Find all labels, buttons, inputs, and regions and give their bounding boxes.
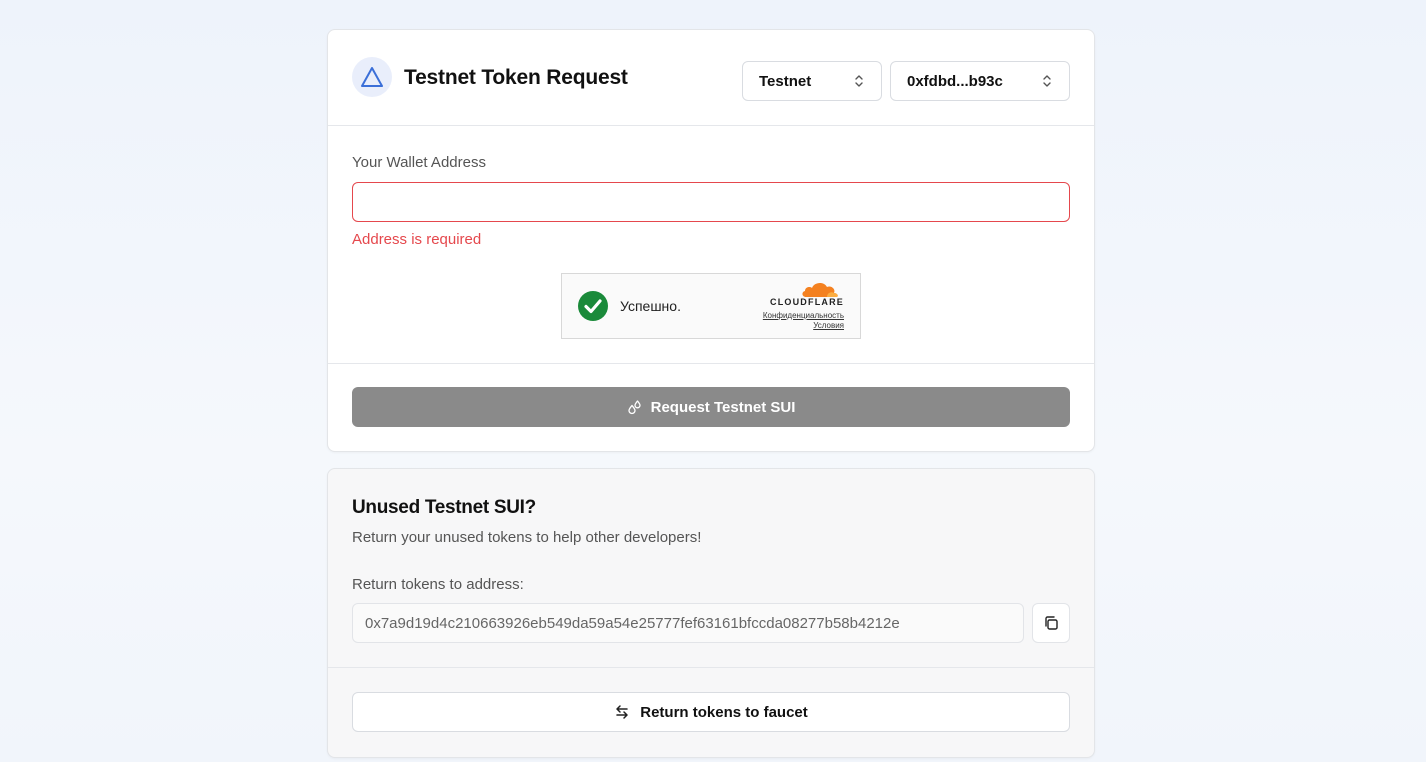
- request-testnet-sui-button[interactable]: Request Testnet SUI: [352, 387, 1070, 427]
- droplets-icon: [627, 400, 641, 415]
- captcha-widget[interactable]: Успешно. CLOUDFLARE Конфиденциальность У…: [561, 273, 861, 339]
- logo: [352, 57, 392, 97]
- divider: [328, 667, 1094, 668]
- request-button-label: Request Testnet SUI: [650, 398, 796, 416]
- cloudflare-wordmark: CLOUDFLARE: [770, 297, 844, 307]
- return-address-field[interactable]: [352, 603, 1024, 643]
- captcha-privacy-link[interactable]: Конфиденциальность: [763, 311, 844, 320]
- check-circle-icon: [578, 291, 608, 321]
- captcha-status: Успешно.: [620, 298, 681, 314]
- wallet-address-label: Your Wallet Address: [352, 154, 486, 171]
- wallet-account-select[interactable]: 0xfdbd...b93c: [890, 61, 1070, 101]
- return-section-description: Return your unused tokens to help other …: [352, 529, 702, 546]
- wallet-account-value: 0xfdbd...b93c: [907, 72, 1003, 90]
- copy-icon: [1045, 616, 1058, 630]
- captcha-terms-link[interactable]: Условия: [813, 321, 844, 330]
- wallet-address-input[interactable]: [352, 182, 1070, 222]
- return-tokens-card: Unused Testnet SUI? Return your unused t…: [327, 468, 1095, 758]
- network-select[interactable]: Testnet: [742, 61, 882, 101]
- return-button-label: Return tokens to faucet: [640, 703, 808, 721]
- chevron-up-down-icon: [1043, 75, 1051, 87]
- sui-triangle-icon: [361, 67, 383, 87]
- arrows-exchange-icon: [616, 705, 628, 719]
- cloudflare-cloud-icon: [802, 282, 838, 297]
- return-section-title: Unused Testnet SUI?: [352, 497, 536, 518]
- card-header: Testnet Token Request Testnet 0xfdbd...b…: [328, 30, 1094, 126]
- divider: [328, 363, 1094, 364]
- return-tokens-button[interactable]: Return tokens to faucet: [352, 692, 1070, 732]
- wallet-address-error: Address is required: [352, 231, 482, 248]
- page-title: Testnet Token Request: [404, 66, 628, 89]
- network-select-value: Testnet: [759, 72, 812, 90]
- chevron-up-down-icon: [855, 75, 863, 87]
- token-request-card: Testnet Token Request Testnet 0xfdbd...b…: [327, 29, 1095, 452]
- return-address-label: Return tokens to address:: [352, 576, 524, 593]
- copy-address-button[interactable]: [1032, 603, 1070, 643]
